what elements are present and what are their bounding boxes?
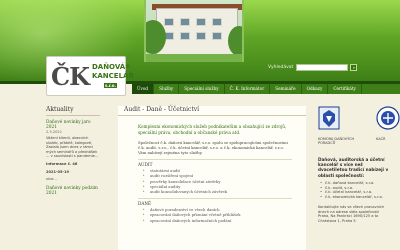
service-item: zpracování daňových informačních podání — [138, 218, 292, 223]
kdp-logo-caption: KOMORA DAŇOVÝCH PORADCŮ — [318, 137, 355, 145]
nav-uvod[interactable]: Úvod — [132, 84, 155, 94]
search-label: Vyhledávat — [268, 65, 294, 70]
logo-registered: ® — [125, 63, 131, 70]
page-title: Audit - Daně - Účetnictví — [118, 106, 306, 116]
news-item: Daňové novinky podzim 2021 — [46, 186, 100, 196]
news-title-link[interactable]: Daňové novinky podzim 2021 — [46, 186, 100, 196]
companies-heading: Daňová, auditorská a účetní kancelář s v… — [318, 157, 389, 178]
company-item: č.k. ekonomická kancelář, s.r.o. — [318, 195, 400, 200]
service-item: audit konsolidovaných účetních závěrek — [138, 189, 292, 194]
building-window — [164, 18, 174, 26]
intro-paragraph: Společnost č.k. daňová kancelář, s.r.o. … — [138, 140, 288, 156]
building-window — [196, 32, 206, 40]
tree — [228, 26, 242, 56]
service-section-dane: DANĚ daňové poradenství ve všech daních … — [138, 198, 292, 223]
lawn — [146, 54, 242, 62]
building-window — [212, 32, 222, 40]
search-button[interactable]: » — [350, 64, 358, 71]
search-bar: Vyhledávat » — [268, 64, 358, 71]
logo-text: DAŇOVÁ® KANCELÁŘ s.r.o. — [92, 63, 134, 90]
building-window — [212, 18, 222, 26]
service-section-audit: AUDIT statutární audit audit rozšíření s… — [138, 159, 292, 194]
kacr-emblem-icon — [376, 106, 400, 130]
news-sidebar: Aktuality Daňové novinky jaro 2021 2.3.2… — [46, 106, 100, 196]
companies-list: č.k. daňová kancelář, s.r.o. č.k. audit,… — [318, 181, 400, 200]
logo-line2: KANCELÁŘ — [91, 71, 134, 80]
search-input[interactable] — [296, 64, 349, 71]
company-logo[interactable]: ČK DAŇOVÁ® KANCELÁŘ s.r.o. — [46, 56, 134, 96]
main-nav: Úvod Služby Speciální služby Č. K. Infor… — [132, 84, 400, 94]
news-title-link[interactable]: Daňové novinky jaro 2021 — [46, 120, 100, 130]
building-window — [196, 18, 206, 26]
news-item: Daňové novinky jaro 2021 2.3.2021 Vážení… — [46, 120, 100, 159]
logo-mark: ČK — [51, 61, 90, 91]
building-window — [180, 32, 190, 40]
nav-sluzby[interactable]: Služby — [154, 84, 180, 94]
right-column: KOMORA DAŇOVÝCH PORADCŮ KAČR Daňová, aud… — [318, 106, 400, 223]
kdp-emblem-icon — [318, 106, 340, 130]
kacr-logo-wrap[interactable]: KAČR — [376, 106, 400, 145]
header-photo — [144, 0, 244, 62]
nav-ck-informator[interactable]: Č. K. Informátor — [225, 84, 271, 94]
logo-line1: DAŇOVÁ — [91, 62, 126, 71]
news-date: 2021-05-19 — [46, 169, 69, 174]
kacr-logo-caption: KAČR — [376, 137, 386, 141]
building-window — [180, 18, 190, 26]
nav-certifikaty[interactable]: Certifikáty — [328, 84, 362, 94]
kdp-logo-wrap[interactable]: KOMORA DAŇOVÝCH PORADCŮ — [318, 106, 372, 145]
contact-note: Kontaktujte nás ve všech pracovních dnec… — [318, 205, 385, 223]
lead-paragraph: Komplexní ekonomických služeb podnikatel… — [138, 124, 287, 135]
main-content: Audit - Daně - Účetnictví Komplexní ekon… — [118, 106, 306, 250]
news-heading: Aktuality — [46, 106, 100, 116]
news-more-link[interactable]: více... — [46, 177, 100, 182]
logo-badge: s.r.o. — [103, 82, 118, 88]
nav-specialni-sluzby[interactable]: Speciální služby — [179, 84, 225, 94]
news-info-label: Informace č. 46 — [46, 161, 78, 166]
nav-odkazy[interactable]: Odkazy — [302, 84, 329, 94]
partner-logos: KOMORA DAŇOVÝCH PORADCŮ KAČR — [318, 106, 400, 145]
nav-seminare[interactable]: Semináře — [270, 84, 302, 94]
news-date: 2.3.2021 — [46, 130, 63, 134]
news-body: Vážení klienti, obecních služeb, přátelé… — [46, 136, 99, 159]
